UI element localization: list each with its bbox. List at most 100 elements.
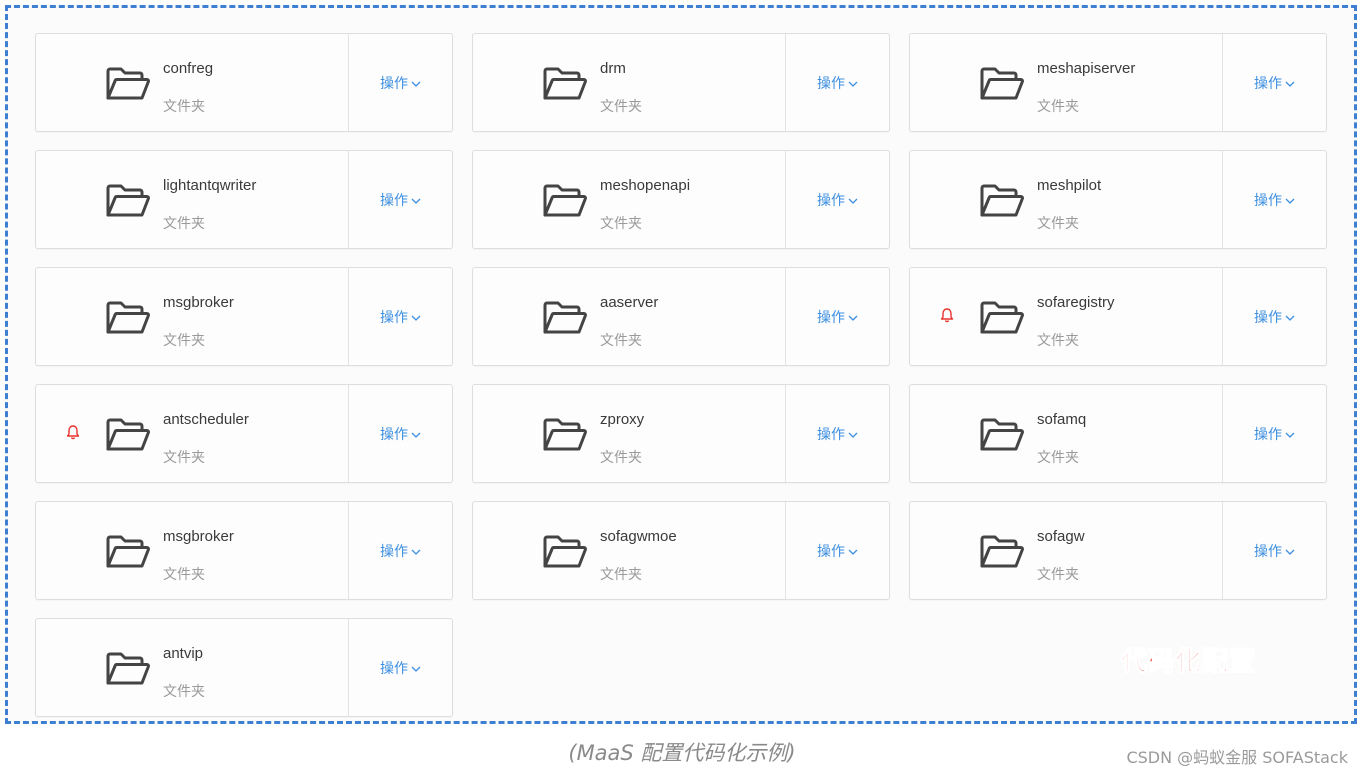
- actions-dropdown-button[interactable]: 操作: [786, 385, 889, 482]
- folder-card[interactable]: sofagwmoe 文件夹 操作: [472, 501, 890, 600]
- folder-name[interactable]: lightantqwriter: [163, 177, 256, 194]
- folder-name[interactable]: confreg: [163, 60, 213, 77]
- actions-dropdown-button[interactable]: 操作: [1223, 151, 1326, 248]
- chevron-down-icon: [845, 192, 858, 208]
- folder-open-icon: [105, 65, 151, 103]
- folder-card-body[interactable]: sofagwmoe 文件夹: [473, 502, 786, 599]
- folder-card[interactable]: sofamq 文件夹 操作: [909, 384, 1327, 483]
- chevron-down-icon: [1282, 309, 1295, 325]
- folder-card[interactable]: aaserver 文件夹 操作: [472, 267, 890, 366]
- actions-label: 操作: [380, 543, 408, 560]
- folder-card[interactable]: confreg 文件夹 操作: [35, 33, 453, 132]
- actions-dropdown-button[interactable]: 操作: [349, 34, 452, 131]
- folder-card[interactable]: sofaregistry 文件夹 操作: [909, 267, 1327, 366]
- folder-name[interactable]: zproxy: [600, 411, 644, 428]
- folder-card-body[interactable]: sofaregistry 文件夹: [910, 268, 1223, 365]
- folder-card[interactable]: lightantqwriter 文件夹 操作: [35, 150, 453, 249]
- actions-label: 操作: [1254, 543, 1282, 560]
- folder-open-icon: [542, 182, 588, 220]
- folder-card-body[interactable]: sofamq 文件夹: [910, 385, 1223, 482]
- folder-type-label: 文件夹: [163, 450, 205, 466]
- folder-type-label: 文件夹: [1037, 216, 1079, 232]
- actions-dropdown-button[interactable]: 操作: [349, 268, 452, 365]
- folder-name[interactable]: sofagwmoe: [600, 528, 677, 545]
- chevron-down-icon: [408, 543, 421, 559]
- folder-name[interactable]: meshapiserver: [1037, 60, 1135, 77]
- actions-dropdown-button[interactable]: 操作: [1223, 268, 1326, 365]
- folder-card[interactable]: meshopenapi 文件夹 操作: [472, 150, 890, 249]
- folder-name[interactable]: drm: [600, 60, 626, 77]
- actions-dropdown-button[interactable]: 操作: [349, 502, 452, 599]
- actions-label: 操作: [1254, 309, 1282, 326]
- folder-grid: confreg 文件夹 操作 drm 文件夹 操作 meshapiserver 文件夹 操作 li…: [35, 33, 1327, 717]
- folder-card-body[interactable]: meshapiserver 文件夹: [910, 34, 1223, 131]
- folder-card[interactable]: meshpilot 文件夹 操作: [909, 150, 1327, 249]
- folder-name[interactable]: antvip: [163, 645, 203, 662]
- folder-card-body[interactable]: meshpilot 文件夹: [910, 151, 1223, 248]
- actions-dropdown-button[interactable]: 操作: [349, 151, 452, 248]
- folder-card-body[interactable]: antvip 文件夹: [36, 619, 349, 716]
- folder-name[interactable]: msgbroker: [163, 294, 234, 311]
- actions-dropdown-button[interactable]: 操作: [349, 385, 452, 482]
- folder-open-icon: [105, 416, 151, 454]
- actions-dropdown-button[interactable]: 操作: [1223, 502, 1326, 599]
- folder-card[interactable]: antvip 文件夹 操作: [35, 618, 453, 717]
- actions-dropdown-button[interactable]: 操作: [1223, 34, 1326, 131]
- folder-type-label: 文件夹: [163, 567, 205, 583]
- folder-list-panel: confreg 文件夹 操作 drm 文件夹 操作 meshapiserver 文件夹 操作 li…: [5, 5, 1357, 724]
- folder-name[interactable]: meshopenapi: [600, 177, 690, 194]
- chevron-down-icon: [408, 426, 421, 442]
- folder-card-body[interactable]: drm 文件夹: [473, 34, 786, 131]
- folder-type-label: 文件夹: [600, 567, 642, 583]
- folder-open-icon: [979, 182, 1025, 220]
- folder-name[interactable]: aaserver: [600, 294, 658, 311]
- folder-type-label: 文件夹: [163, 684, 205, 700]
- folder-card-body[interactable]: msgbroker 文件夹: [36, 268, 349, 365]
- actions-label: 操作: [817, 192, 845, 209]
- folder-card[interactable]: msgbroker 文件夹 操作: [35, 267, 453, 366]
- folder-name[interactable]: meshpilot: [1037, 177, 1101, 194]
- actions-label: 操作: [1254, 75, 1282, 92]
- bell-icon: [66, 424, 80, 440]
- folder-card[interactable]: msgbroker 文件夹 操作: [35, 501, 453, 600]
- folder-name[interactable]: sofagw: [1037, 528, 1085, 545]
- actions-dropdown-button[interactable]: 操作: [1223, 385, 1326, 482]
- folder-card-body[interactable]: lightantqwriter 文件夹: [36, 151, 349, 248]
- folder-card[interactable]: zproxy 文件夹 操作: [472, 384, 890, 483]
- actions-label: 操作: [817, 75, 845, 92]
- folder-card[interactable]: sofagw 文件夹 操作: [909, 501, 1327, 600]
- actions-label: 操作: [1254, 192, 1282, 209]
- folder-card-body[interactable]: aaserver 文件夹: [473, 268, 786, 365]
- folder-open-icon: [542, 416, 588, 454]
- folder-card-body[interactable]: sofagw 文件夹: [910, 502, 1223, 599]
- folder-name[interactable]: msgbroker: [163, 528, 234, 545]
- chevron-down-icon: [1282, 192, 1295, 208]
- folder-card-body[interactable]: msgbroker 文件夹: [36, 502, 349, 599]
- folder-card[interactable]: meshapiserver 文件夹 操作: [909, 33, 1327, 132]
- folder-type-label: 文件夹: [1037, 567, 1079, 583]
- actions-dropdown-button[interactable]: 操作: [786, 502, 889, 599]
- folder-card-body[interactable]: confreg 文件夹: [36, 34, 349, 131]
- folder-type-label: 文件夹: [1037, 333, 1079, 349]
- folder-name[interactable]: antscheduler: [163, 411, 249, 428]
- actions-dropdown-button[interactable]: 操作: [786, 151, 889, 248]
- folder-open-icon: [105, 533, 151, 571]
- folder-card-body[interactable]: meshopenapi 文件夹: [473, 151, 786, 248]
- folder-card-body[interactable]: antscheduler 文件夹: [36, 385, 349, 482]
- folder-type-label: 文件夹: [1037, 99, 1079, 115]
- folder-card-body[interactable]: zproxy 文件夹: [473, 385, 786, 482]
- actions-dropdown-button[interactable]: 操作: [786, 268, 889, 365]
- folder-name[interactable]: sofaregistry: [1037, 294, 1115, 311]
- folder-type-label: 文件夹: [163, 99, 205, 115]
- folder-card[interactable]: antscheduler 文件夹 操作: [35, 384, 453, 483]
- chevron-down-icon: [845, 75, 858, 91]
- actions-dropdown-button[interactable]: 操作: [786, 34, 889, 131]
- folder-card[interactable]: drm 文件夹 操作: [472, 33, 890, 132]
- chevron-down-icon: [845, 426, 858, 442]
- actions-dropdown-button[interactable]: 操作: [349, 619, 452, 716]
- folder-type-label: 文件夹: [600, 333, 642, 349]
- folder-name[interactable]: sofamq: [1037, 411, 1086, 428]
- folder-type-label: 文件夹: [600, 99, 642, 115]
- actions-label: 操作: [380, 75, 408, 92]
- folder-open-icon: [542, 533, 588, 571]
